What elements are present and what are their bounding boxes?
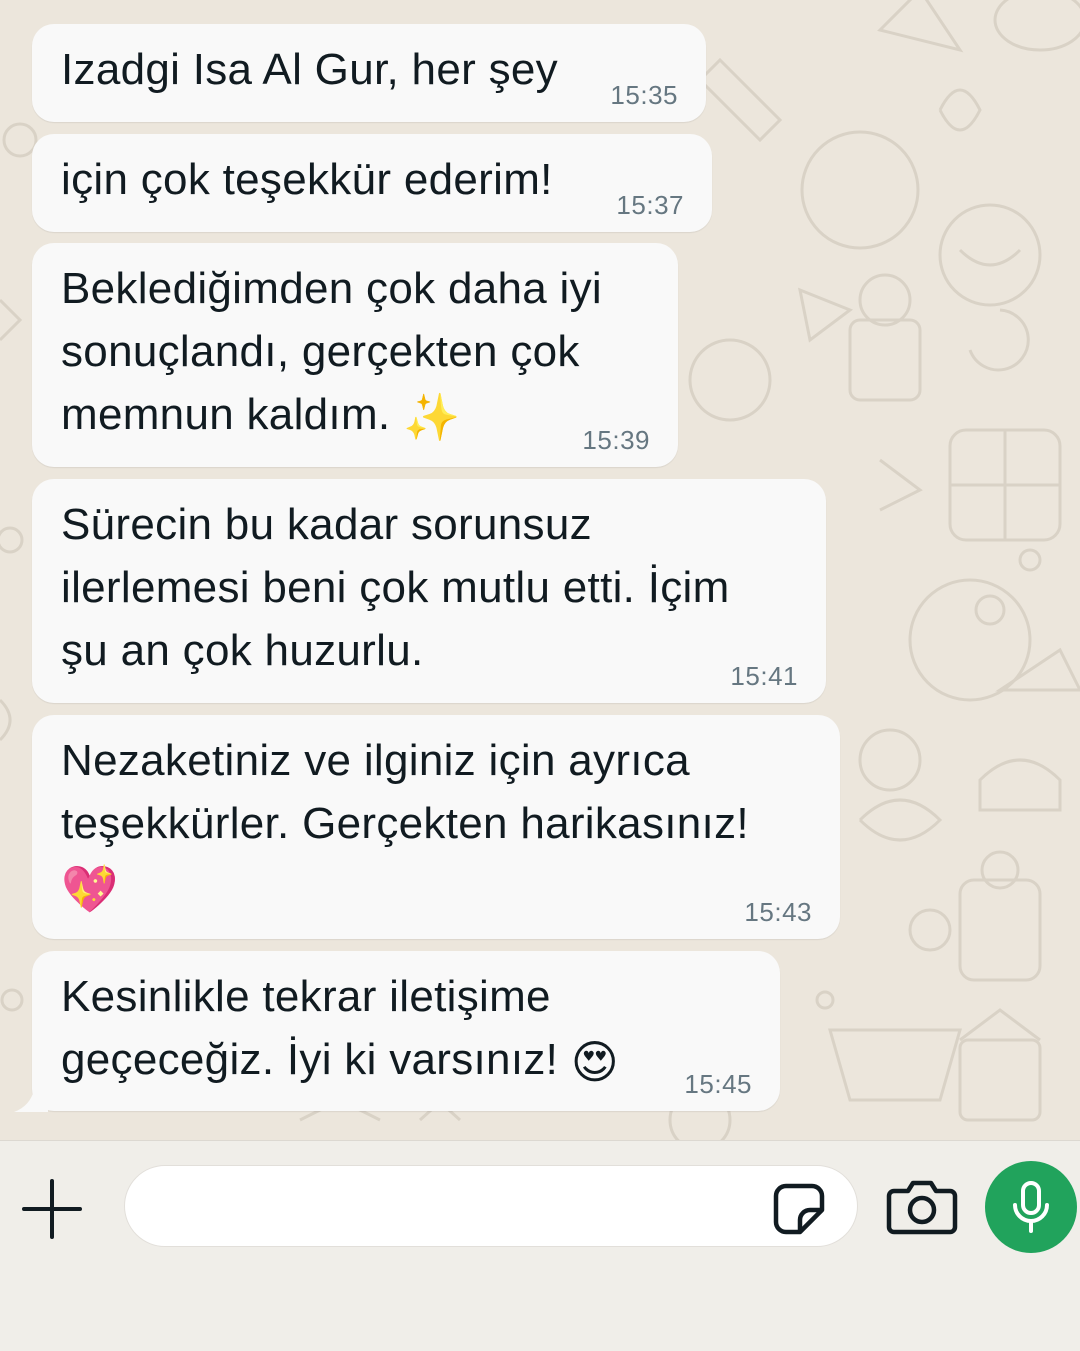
- message-time: 15:45: [684, 1069, 752, 1099]
- message-bubble[interactable]: Beklediğimden çok daha iyi sonuçlandı, g…: [32, 243, 678, 467]
- sparkling-heart-emoji: 💖: [61, 863, 119, 915]
- camera-icon[interactable]: [886, 1177, 958, 1237]
- message-text: Beklediğimden çok daha iyi sonuçlandı, g…: [61, 264, 602, 439]
- message-bubble[interactable]: Nezaketiniz ve ilginiz için ayrıca teşek…: [32, 715, 840, 939]
- message-text: için çok teşekkür ederim!: [61, 155, 553, 204]
- microphone-button[interactable]: [985, 1161, 1077, 1253]
- sticker-icon[interactable]: [770, 1180, 828, 1238]
- message-time: 15:39: [582, 425, 650, 455]
- message-bubble[interactable]: Sürecin bu kadar sorunsuz ilerlemesi ben…: [32, 479, 826, 703]
- heart-eyes-emoji: 😍: [570, 1036, 619, 1088]
- message-text: Nezaketiniz ve ilginiz için ayrıca teşek…: [61, 736, 749, 848]
- message-time: 15:35: [610, 80, 678, 110]
- message-text: Izadgi Isa Al Gur, her şey: [61, 45, 558, 94]
- message-bubble[interactable]: için çok teşekkür ederim! 15:37: [32, 134, 712, 232]
- message-text: Sürecin bu kadar sorunsuz ilerlemesi ben…: [61, 500, 730, 675]
- message-time: 15:37: [616, 190, 684, 220]
- message-text: Kesinlikle tekrar iletişime geçeceğiz. İ…: [61, 972, 559, 1084]
- message-time: 15:43: [744, 897, 812, 927]
- message-bubble[interactable]: Izadgi Isa Al Gur, her şey 15:35: [32, 24, 706, 122]
- bubble-tail: [14, 1090, 48, 1112]
- message-bubble[interactable]: Kesinlikle tekrar iletişime geçeceğiz. İ…: [32, 951, 780, 1111]
- sparkles-emoji: ✨: [402, 391, 461, 443]
- plus-icon[interactable]: [20, 1177, 84, 1241]
- microphone-icon: [1013, 1181, 1049, 1233]
- message-time: 15:41: [730, 661, 798, 691]
- message-input[interactable]: [124, 1165, 858, 1247]
